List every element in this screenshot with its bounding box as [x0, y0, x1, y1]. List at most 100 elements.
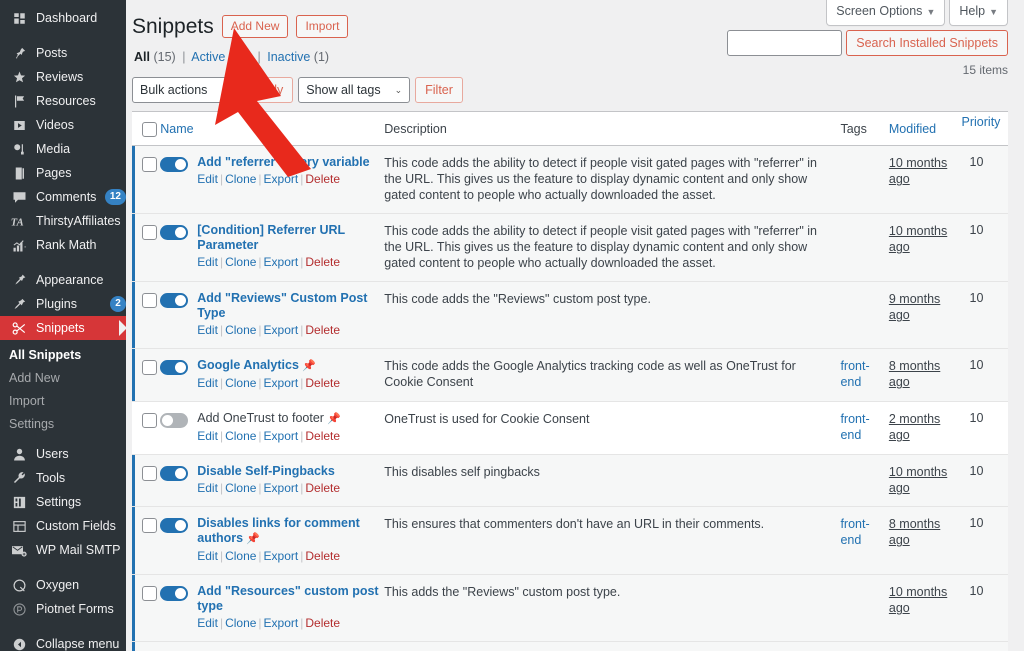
row-action-delete[interactable]: Delete	[305, 323, 340, 337]
sidebar-item-pages[interactable]: Pages	[0, 161, 126, 185]
sidebar-item-custom-fields[interactable]: Custom Fields	[0, 514, 126, 538]
snippet-modified-link[interactable]: 8 months ago	[889, 517, 940, 547]
row-action-clone[interactable]: Clone	[225, 323, 256, 337]
sidebar-item-appearance[interactable]: Appearance	[0, 268, 126, 292]
snippet-name-link[interactable]: Disable Self-Pingbacks	[197, 464, 340, 479]
row-action-delete[interactable]: Delete	[305, 376, 340, 390]
row-checkbox[interactable]	[142, 293, 157, 309]
sidebar-item-thirstyaffiliates[interactable]: TA ThirstyAffiliates	[0, 209, 126, 233]
row-action-edit[interactable]: Edit	[197, 323, 218, 337]
snippet-modified-link[interactable]: 10 months ago	[889, 585, 947, 615]
search-input[interactable]	[727, 30, 843, 56]
column-header-priority[interactable]: Priority	[961, 111, 1008, 147]
add-new-button[interactable]: Add New	[221, 15, 289, 39]
snippet-name-link[interactable]: Disables links for comment authors 📌	[197, 516, 384, 547]
row-action-delete[interactable]: Delete	[305, 549, 340, 563]
snippet-tag-link[interactable]: front-end	[840, 517, 869, 547]
row-action-edit[interactable]: Edit	[197, 481, 218, 495]
row-action-edit[interactable]: Edit	[197, 255, 218, 269]
row-action-export[interactable]: Export	[264, 549, 299, 563]
row-action-export[interactable]: Export	[264, 323, 299, 337]
row-action-export[interactable]: Export	[264, 481, 299, 495]
submenu-item-add-new[interactable]: Add New	[0, 367, 126, 390]
sidebar-item-snippets[interactable]: Snippets	[0, 316, 126, 340]
select-all-checkbox[interactable]	[142, 122, 157, 138]
snippet-activate-toggle[interactable]	[160, 466, 189, 482]
sidebar-item-collapse-menu[interactable]: Collapse menu	[0, 632, 126, 651]
snippet-name-link[interactable]: [Condition] Referrer URL Parameter	[197, 223, 384, 253]
snippet-activate-toggle[interactable]	[160, 293, 189, 309]
snippet-tag-link[interactable]: front-end	[840, 359, 869, 389]
row-action-clone[interactable]: Clone	[225, 172, 256, 186]
view-inactive-link[interactable]: Inactive	[267, 50, 310, 64]
row-action-delete[interactable]: Delete	[305, 255, 340, 269]
row-action-edit[interactable]: Edit	[197, 549, 218, 563]
sidebar-item-resources[interactable]: Resources	[0, 89, 126, 113]
row-checkbox[interactable]	[142, 360, 157, 376]
search-installed-snippets-button[interactable]: Search Installed Snippets	[846, 30, 1008, 56]
view-active-link[interactable]: Active	[191, 50, 225, 64]
sidebar-item-plugins[interactable]: Plugins 2	[0, 292, 126, 316]
row-action-export[interactable]: Export	[264, 429, 299, 443]
sidebar-item-comments[interactable]: Comments 12	[0, 185, 126, 209]
snippet-name-link[interactable]: Add "Resources" custom post type	[197, 584, 384, 614]
snippet-modified-link[interactable]: 8 months ago	[889, 359, 940, 389]
row-action-delete[interactable]: Delete	[305, 172, 340, 186]
row-checkbox[interactable]	[142, 518, 157, 534]
submenu-item-import[interactable]: Import	[0, 390, 126, 413]
column-header-modified[interactable]: Modified	[888, 111, 962, 147]
snippet-modified-link[interactable]: 9 months ago	[889, 292, 940, 322]
snippet-modified-link[interactable]: 10 months ago	[889, 465, 947, 495]
sidebar-item-oxygen[interactable]: Oxygen	[0, 573, 126, 597]
row-action-export[interactable]: Export	[264, 255, 299, 269]
view-all-link[interactable]: All	[134, 50, 150, 64]
import-button[interactable]: Import	[296, 15, 349, 39]
sidebar-item-media[interactable]: Media	[0, 137, 126, 161]
row-action-export[interactable]: Export	[264, 616, 299, 630]
tag-filter-select[interactable]: Show all tags ⌄	[298, 77, 411, 104]
row-checkbox[interactable]	[142, 157, 157, 173]
column-header-name[interactable]: Name	[160, 111, 385, 147]
snippet-name-link[interactable]: Google Analytics 📌	[197, 358, 340, 374]
row-checkbox[interactable]	[142, 466, 157, 482]
snippet-modified-link[interactable]: 2 months ago	[889, 412, 940, 442]
row-action-clone[interactable]: Clone	[225, 376, 256, 390]
sidebar-item-reviews[interactable]: Reviews	[0, 65, 126, 89]
submenu-item-all-snippets[interactable]: All Snippets	[0, 344, 126, 367]
snippet-activate-toggle[interactable]	[160, 586, 189, 602]
row-action-clone[interactable]: Clone	[225, 616, 256, 630]
sidebar-item-users[interactable]: Users	[0, 442, 126, 466]
snippet-name-link[interactable]: Add OneTrust to footer 📌	[197, 411, 340, 427]
snippet-activate-toggle[interactable]	[160, 413, 189, 429]
snippet-activate-toggle[interactable]	[160, 518, 189, 534]
row-action-edit[interactable]: Edit	[197, 172, 218, 186]
row-checkbox[interactable]	[142, 225, 157, 241]
row-action-export[interactable]: Export	[264, 376, 299, 390]
row-action-delete[interactable]: Delete	[305, 616, 340, 630]
bulk-actions-select[interactable]: Bulk actions ⌄	[132, 77, 237, 104]
snippet-modified-link[interactable]: 10 months ago	[889, 156, 947, 186]
sidebar-item-dashboard[interactable]: Dashboard	[0, 6, 126, 30]
row-action-clone[interactable]: Clone	[225, 481, 256, 495]
snippet-name-link[interactable]: Add "Reviews" Custom Post Type	[197, 291, 384, 321]
row-action-edit[interactable]: Edit	[197, 616, 218, 630]
sidebar-item-piotnet-forms[interactable]: Piotnet Forms	[0, 597, 126, 621]
sidebar-item-tools[interactable]: Tools	[0, 466, 126, 490]
snippet-name-link[interactable]: Add "referrer" query variable	[197, 155, 369, 170]
row-action-export[interactable]: Export	[264, 172, 299, 186]
sidebar-item-wp-mail-smtp[interactable]: WP Mail SMTP	[0, 538, 126, 562]
row-action-delete[interactable]: Delete	[305, 429, 340, 443]
row-checkbox[interactable]	[142, 586, 157, 602]
snippet-modified-link[interactable]: 10 months ago	[889, 224, 947, 254]
row-action-clone[interactable]: Clone	[225, 255, 256, 269]
submenu-item-settings[interactable]: Settings	[0, 413, 126, 436]
sidebar-item-rank-math[interactable]: Rank Math	[0, 233, 126, 257]
row-action-delete[interactable]: Delete	[305, 481, 340, 495]
snippet-activate-toggle[interactable]	[160, 157, 189, 173]
filter-button[interactable]: Filter	[415, 77, 463, 104]
apply-button[interactable]: Apply	[241, 77, 294, 104]
sidebar-item-videos[interactable]: Videos	[0, 113, 126, 137]
row-action-edit[interactable]: Edit	[197, 376, 218, 390]
row-action-edit[interactable]: Edit	[197, 429, 218, 443]
snippet-tag-link[interactable]: front-end	[840, 412, 869, 442]
